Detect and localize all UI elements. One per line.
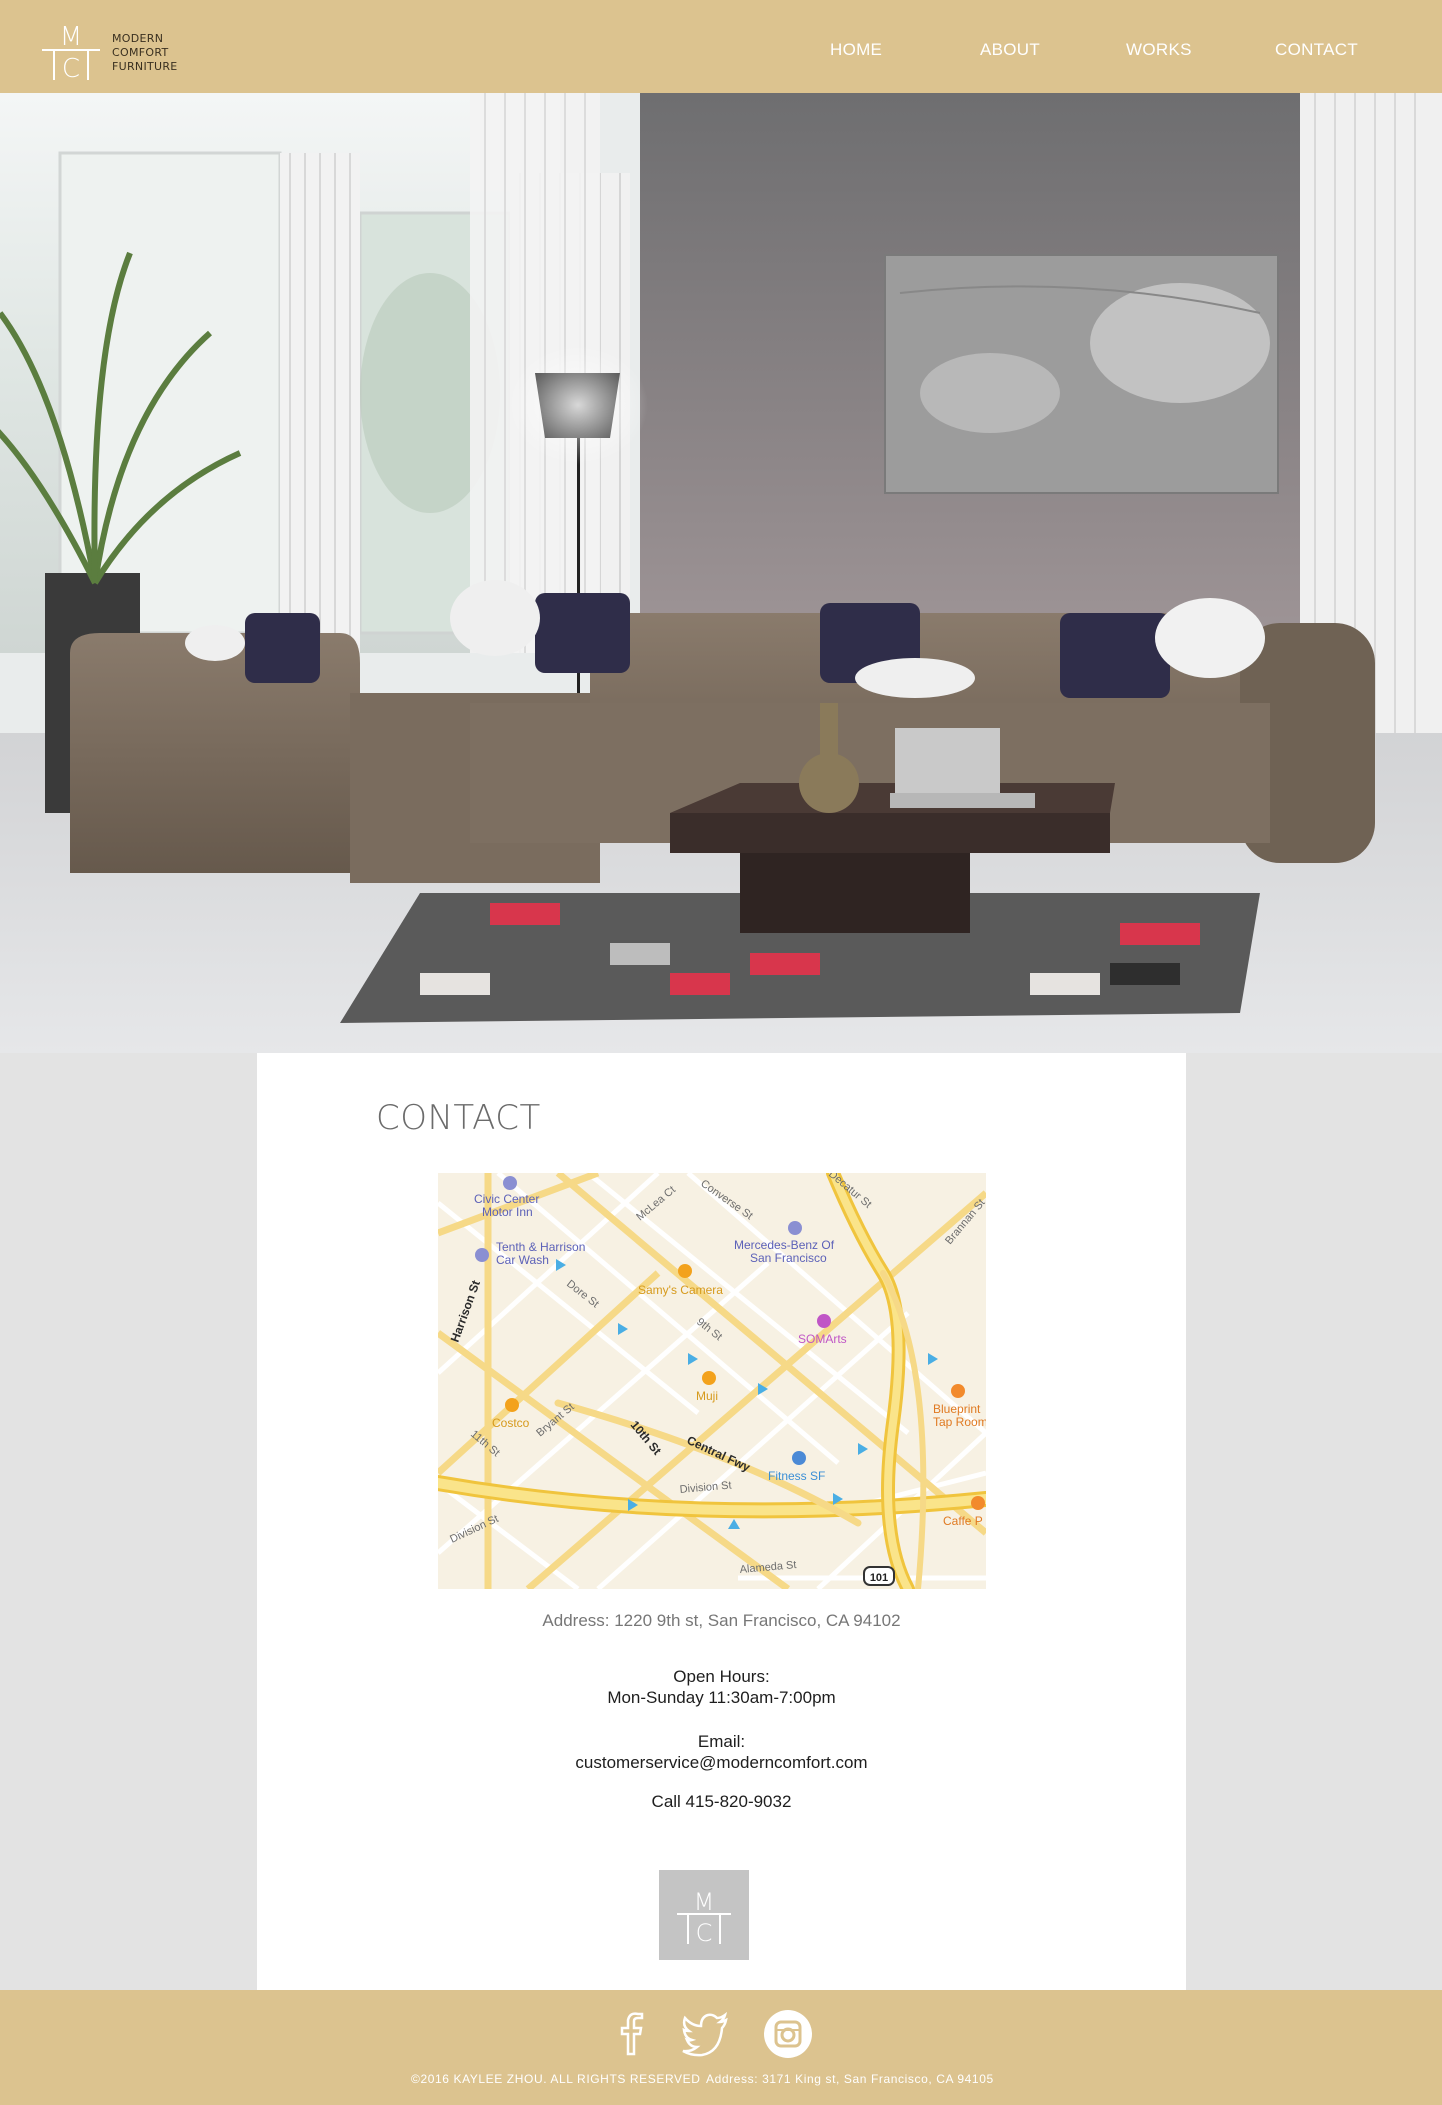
site-footer: ©2016 KAYLEE ZHOU. ALL RIGHTS RESERVED A… <box>0 1990 1442 2105</box>
map-label: Samy's Camera <box>638 1283 723 1297</box>
brand-line-3: FURNITURE <box>112 60 178 73</box>
brand-mark-icon: M C <box>677 1888 731 1947</box>
nav-about[interactable]: ABOUT <box>980 40 1040 60</box>
map-label: Civic Center <box>474 1192 539 1206</box>
store-address: Address: 1220 9th st, San Francisco, CA … <box>542 1611 901 1630</box>
map-graphic: 101 Civic Center Motor Inn Tenth & Harri… <box>438 1173 986 1589</box>
email-block: Email: customerservice@moderncomfort.com <box>257 1731 1186 1773</box>
hours-label: Open Hours: <box>673 1667 770 1686</box>
main-nav: HOME ABOUT WORKS CONTACT <box>0 40 1442 62</box>
email-link[interactable]: customerservice@moderncomfort.com <box>575 1753 867 1772</box>
hwy-shield: 101 <box>870 1572 888 1584</box>
nav-home[interactable]: HOME <box>830 40 882 60</box>
footer-logo[interactable]: M C <box>659 1870 749 1960</box>
hero-image <box>0 93 1442 1053</box>
map-label: Tenth & Harrison <box>496 1240 585 1254</box>
living-room-photo <box>0 93 1442 1053</box>
hours-value: Mon-Sunday 11:30am-7:00pm <box>607 1688 836 1707</box>
site-header: M C MODERN COMFORT FURNITURE HOME ABOUT … <box>0 0 1442 93</box>
copyright: ©2016 KAYLEE ZHOU. ALL RIGHTS RESERVED <box>411 2072 701 2086</box>
map-label: Fitness SF <box>768 1469 825 1483</box>
map-label: Tap Room <box>933 1415 986 1429</box>
map-label: Motor Inn <box>482 1205 533 1219</box>
map-label: SOMArts <box>798 1332 847 1346</box>
page-title: CONTACT <box>376 1098 541 1138</box>
map-label: Mercedes-Benz Of <box>734 1238 835 1252</box>
map-label: San Francisco <box>750 1251 827 1265</box>
nav-contact[interactable]: CONTACT <box>1275 40 1358 60</box>
footer-address: Address: 3171 King st, San Francisco, CA… <box>706 2072 994 2086</box>
instagram-icon[interactable] <box>762 2008 814 2064</box>
mark-bottom: C <box>696 1919 713 1947</box>
map-label: Muji <box>696 1389 718 1403</box>
location-map[interactable]: 101 Civic Center Motor Inn Tenth & Harri… <box>438 1173 986 1589</box>
map-label: Car Wash <box>496 1253 549 1267</box>
email-label: Email: <box>697 1732 746 1751</box>
map-label: Blueprint <box>933 1402 981 1416</box>
phone-number[interactable]: Call 415-820-9032 <box>257 1791 1186 1812</box>
contact-panel: CONTACT 101 Civic Center Motor Inn Tenth… <box>257 1053 1186 1990</box>
twitter-icon[interactable] <box>680 2008 730 2062</box>
open-hours: Open Hours: Mon-Sunday 11:30am-7:00pm <box>257 1666 1186 1708</box>
map-label: Caffe P <box>943 1514 983 1528</box>
facebook-icon[interactable] <box>614 2008 650 2062</box>
map-label: Costco <box>492 1416 530 1430</box>
mark-top: M <box>694 1888 715 1916</box>
nav-works[interactable]: WORKS <box>1126 40 1192 60</box>
